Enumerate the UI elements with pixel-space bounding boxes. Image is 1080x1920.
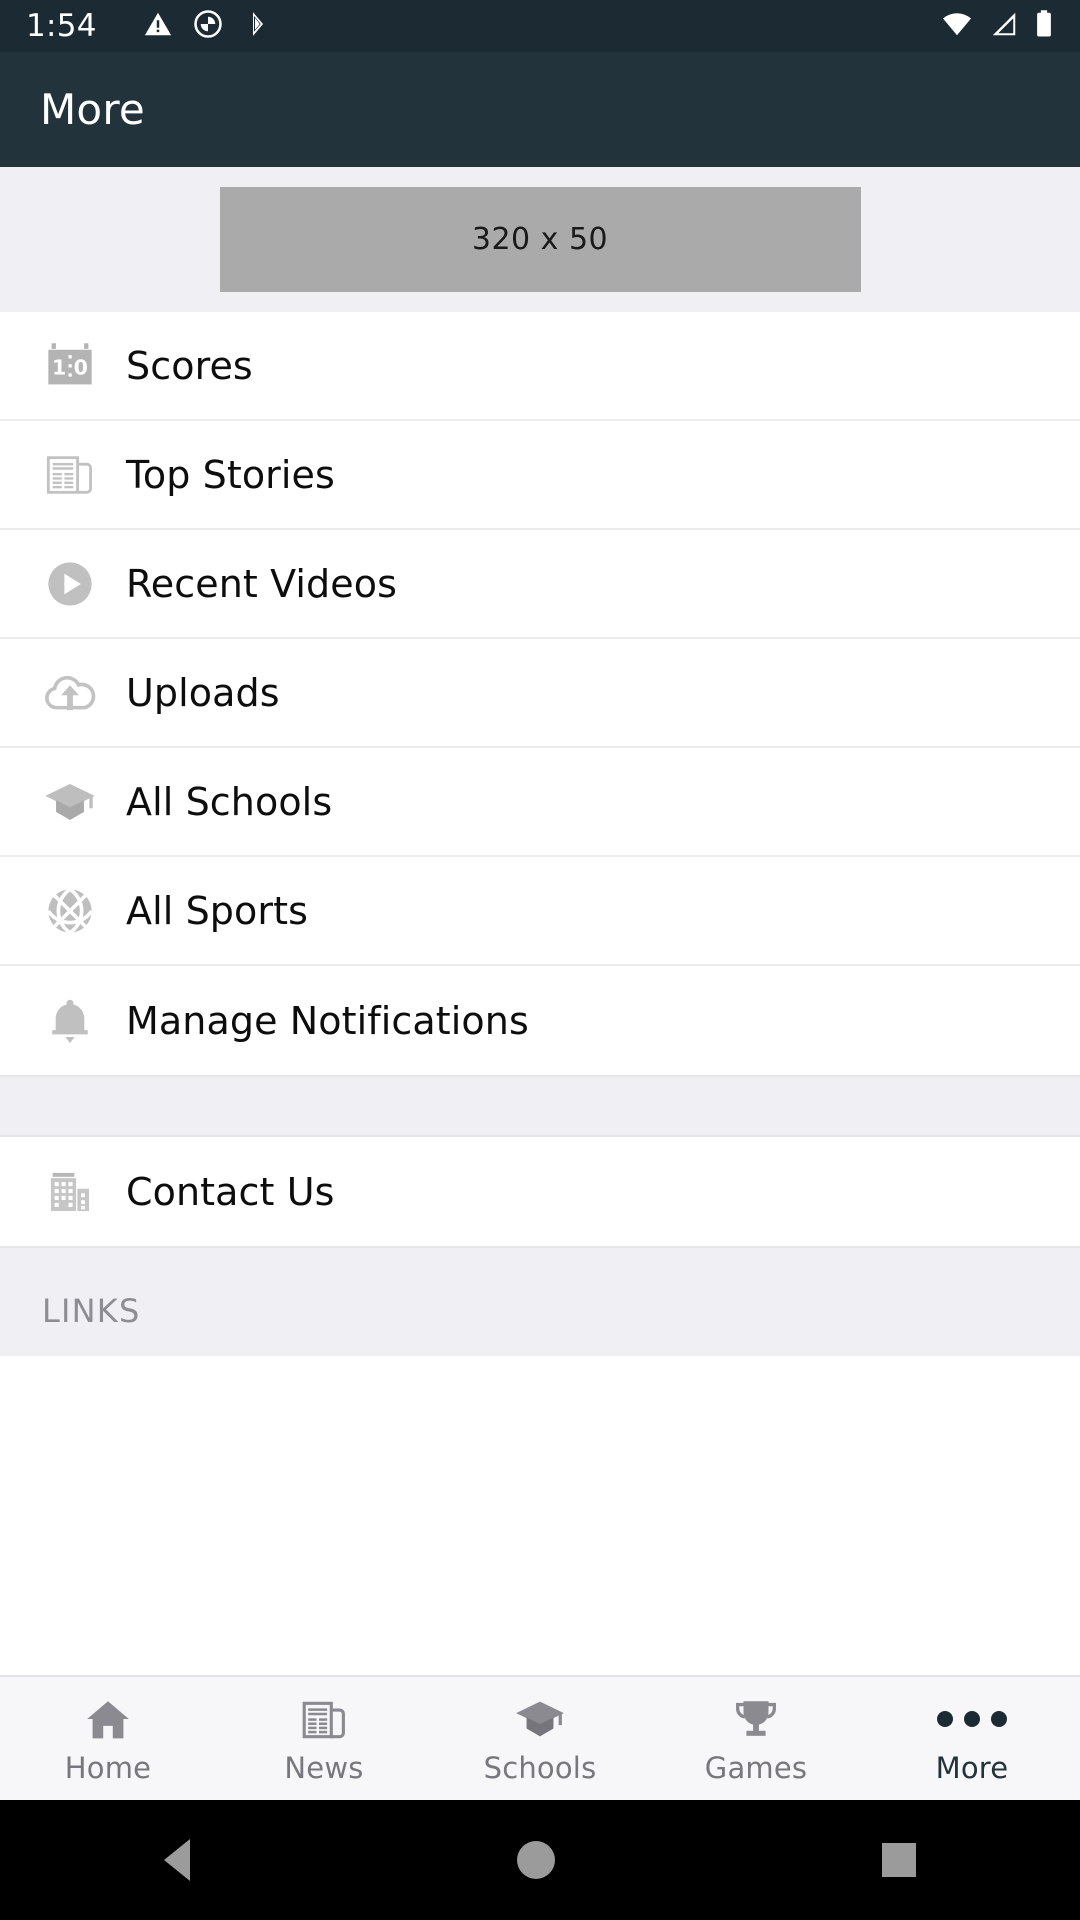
- menu-item-label: All Schools: [126, 779, 333, 824]
- ad-banner-container: 320 x 50: [0, 167, 1080, 312]
- nav-tab-label: More: [935, 1750, 1009, 1785]
- menu-item-scores[interactable]: 1 0 Scores: [0, 312, 1080, 421]
- battery-icon: [1034, 9, 1054, 43]
- nav-tab-games[interactable]: Games: [648, 1677, 864, 1800]
- menu-item-label: Top Stories: [126, 452, 335, 497]
- status-bar: 1:54: [0, 0, 1080, 52]
- home-button[interactable]: [516, 1841, 555, 1879]
- menu-item-label: All Sports: [126, 888, 309, 933]
- bell-icon: [42, 993, 98, 1049]
- warning-triangle-icon: [143, 9, 173, 43]
- ellipsis-dot: [991, 1710, 1007, 1727]
- nav-tab-more[interactable]: More: [864, 1677, 1080, 1800]
- do-not-disturb-icon: [193, 9, 223, 43]
- ad-banner-label: 320 x 50: [471, 222, 609, 257]
- menu-item-manage-notifications[interactable]: Manage Notifications: [0, 966, 1080, 1075]
- menu-list-primary: 1 0 Scores Top Stories Recent Videos Upl…: [0, 312, 1080, 1075]
- scoreboard-icon: 1 0: [42, 338, 98, 394]
- home-icon: [83, 1693, 133, 1745]
- ellipsis-dot: [964, 1710, 980, 1727]
- menu-item-all-sports[interactable]: All Sports: [0, 857, 1080, 966]
- status-bar-left: 1:54: [26, 8, 940, 44]
- menu-item-uploads[interactable]: Uploads: [0, 639, 1080, 748]
- menu-item-label: Uploads: [126, 670, 280, 715]
- svg-text:0: 0: [74, 355, 88, 379]
- graduation-cap-icon: [514, 1693, 566, 1745]
- nav-tab-label: News: [284, 1750, 364, 1785]
- svg-text:1: 1: [52, 355, 66, 379]
- menu-list-secondary: Contact Us: [0, 1137, 1080, 1246]
- building-icon: [42, 1164, 98, 1220]
- trophy-icon: [731, 1693, 781, 1745]
- newspaper-icon: [299, 1693, 349, 1745]
- links-section: LINKS: [0, 1246, 1080, 1356]
- page-title: More: [40, 85, 145, 134]
- menu-item-label: Recent Videos: [126, 561, 397, 606]
- back-button[interactable]: [163, 1839, 190, 1881]
- section-divider-band: [0, 1075, 1080, 1137]
- menu-item-label: Scores: [126, 343, 253, 388]
- bottom-navigation-bar: Home News Schools Games More: [0, 1675, 1080, 1800]
- wifi-icon: [940, 9, 974, 43]
- recents-button[interactable]: [882, 1843, 917, 1877]
- system-navigation-bar: [0, 1800, 1080, 1920]
- nav-tab-label: Games: [704, 1750, 808, 1785]
- menu-item-label: Contact Us: [126, 1169, 335, 1214]
- nav-tab-label: Schools: [483, 1750, 597, 1785]
- nav-tab-news[interactable]: News: [216, 1677, 432, 1800]
- ad-banner[interactable]: 320 x 50: [219, 187, 861, 292]
- ellipsis-icon: [937, 1693, 1007, 1745]
- menu-item-contact-us[interactable]: Contact Us: [0, 1137, 1080, 1246]
- bluetooth-share-icon: [243, 9, 273, 43]
- menu-item-top-stories[interactable]: Top Stories: [0, 421, 1080, 530]
- nav-tab-schools[interactable]: Schools: [432, 1677, 648, 1800]
- menu-item-label: Manage Notifications: [126, 998, 529, 1043]
- menu-item-recent-videos[interactable]: Recent Videos: [0, 530, 1080, 639]
- cellular-signal-icon: [988, 9, 1020, 43]
- play-circle-icon: [42, 556, 98, 612]
- status-clock: 1:54: [26, 8, 97, 44]
- nav-tab-home[interactable]: Home: [0, 1677, 216, 1800]
- newspaper-icon: [42, 447, 98, 503]
- nav-tab-label: Home: [64, 1750, 152, 1785]
- graduation-cap-icon: [42, 774, 98, 830]
- app-bar: More: [0, 52, 1080, 167]
- cloud-upload-icon: [42, 665, 98, 721]
- basketball-icon: [42, 883, 98, 939]
- status-bar-right: [940, 9, 1054, 43]
- links-section-title: LINKS: [42, 1292, 141, 1330]
- menu-item-all-schools[interactable]: All Schools: [0, 748, 1080, 857]
- ellipsis-dot: [937, 1710, 953, 1727]
